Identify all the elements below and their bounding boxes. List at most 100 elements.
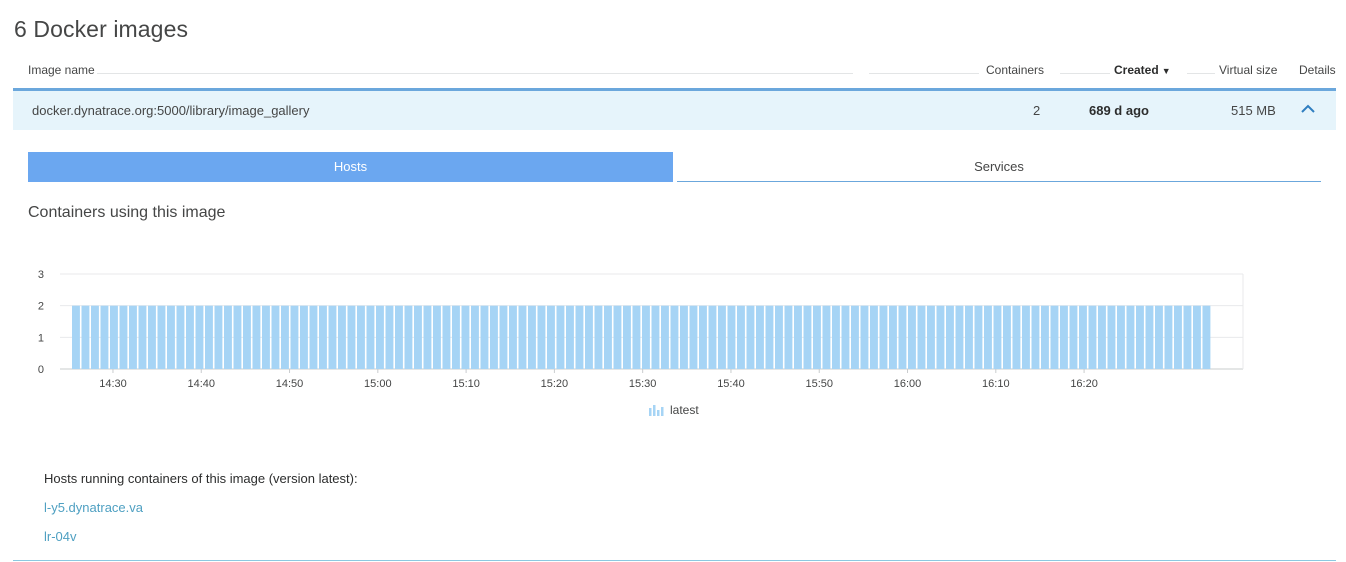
chart-bar[interactable] (661, 305, 669, 369)
chart-bar[interactable] (832, 305, 840, 369)
chart-bar[interactable] (214, 305, 223, 369)
chart-bar[interactable] (566, 305, 574, 369)
chart-bar[interactable] (528, 305, 536, 369)
chart-bar[interactable] (927, 305, 935, 369)
chart-bar[interactable] (414, 305, 422, 369)
chart-bar[interactable] (870, 305, 878, 369)
chart-bar[interactable] (167, 305, 175, 369)
chart-bar[interactable] (1060, 305, 1068, 369)
chart-bar[interactable] (471, 305, 479, 369)
chart-bar[interactable] (1174, 305, 1182, 369)
chart-bar[interactable] (490, 305, 498, 369)
chart-bar[interactable] (794, 305, 802, 369)
chart-bar[interactable] (803, 305, 812, 369)
host-link[interactable]: l-y5.dynatrace.va (44, 500, 143, 515)
chart-bar[interactable] (100, 305, 109, 369)
chart-bar[interactable] (765, 305, 774, 369)
chart-bar[interactable] (1126, 305, 1135, 369)
chart-bar[interactable] (518, 305, 527, 369)
chart-bar[interactable] (898, 305, 907, 369)
chart-bar[interactable] (110, 305, 118, 369)
chart-bar[interactable] (575, 305, 584, 369)
chart-bar[interactable] (252, 305, 261, 369)
chart-bar[interactable] (680, 305, 688, 369)
chart-bar[interactable] (442, 305, 451, 369)
chart-bar[interactable] (585, 305, 593, 369)
chart-bar[interactable] (623, 305, 631, 369)
chart-bar[interactable] (642, 305, 650, 369)
chart-bar[interactable] (908, 305, 916, 369)
chart-bar[interactable] (148, 305, 156, 369)
chart-bar[interactable] (205, 305, 213, 369)
chart-bar[interactable] (879, 305, 888, 369)
chart-bar[interactable] (1117, 305, 1125, 369)
chart-bar[interactable] (157, 305, 166, 369)
chart-bar[interactable] (699, 305, 707, 369)
chart-bar[interactable] (1155, 305, 1163, 369)
chart-bar[interactable] (1193, 305, 1201, 369)
table-row[interactable]: docker.dynatrace.org:5000/library/image_… (13, 88, 1336, 130)
chart-bar[interactable] (784, 305, 793, 369)
chart-bar[interactable] (1031, 305, 1040, 369)
chart-bar[interactable] (138, 305, 147, 369)
chart-bar[interactable] (718, 305, 726, 369)
chart-bar[interactable] (423, 305, 432, 369)
chart-bar[interactable] (195, 305, 204, 369)
column-header-containers[interactable]: Containers (986, 63, 1044, 77)
chart-bar[interactable] (936, 305, 945, 369)
chart-bar[interactable] (1012, 305, 1021, 369)
chart-bar[interactable] (1022, 305, 1030, 369)
chart-bar[interactable] (480, 305, 489, 369)
chart-bar[interactable] (1041, 305, 1049, 369)
chart-bar[interactable] (708, 305, 717, 369)
chart-bar[interactable] (357, 305, 365, 369)
chart-bar[interactable] (917, 305, 926, 369)
chart-bar[interactable] (965, 305, 973, 369)
chart-bar[interactable] (461, 305, 470, 369)
chart-bar[interactable] (338, 305, 346, 369)
chart-bar[interactable] (727, 305, 736, 369)
chart-bar[interactable] (1079, 305, 1087, 369)
chart-bar[interactable] (347, 305, 356, 369)
chart-bar[interactable] (81, 305, 90, 369)
chart-bar[interactable] (309, 305, 318, 369)
chart-bar[interactable] (1069, 305, 1078, 369)
chart-bar[interactable] (176, 305, 185, 369)
tab-hosts[interactable]: Hosts (28, 152, 673, 182)
chart-bar[interactable] (604, 305, 612, 369)
chart-bar[interactable] (499, 305, 508, 369)
chart-bar[interactable] (1164, 305, 1173, 369)
chart-bar[interactable] (233, 305, 242, 369)
chart-bar[interactable] (993, 305, 1002, 369)
chart-bar[interactable] (851, 305, 859, 369)
chart-bar[interactable] (594, 305, 603, 369)
chart-bar[interactable] (946, 305, 954, 369)
chart-bar[interactable] (974, 305, 983, 369)
chart-bar[interactable] (689, 305, 698, 369)
chart-bar[interactable] (319, 305, 327, 369)
chart-bar[interactable] (841, 305, 850, 369)
chart-bar[interactable] (1202, 305, 1211, 369)
chart-bar[interactable] (1136, 305, 1144, 369)
chart-bar[interactable] (889, 305, 897, 369)
chart-bar[interactable] (376, 305, 384, 369)
chart-bar[interactable] (556, 305, 565, 369)
chart-bar[interactable] (1098, 305, 1106, 369)
chart-bar[interactable] (613, 305, 622, 369)
chart-bar[interactable] (984, 305, 992, 369)
chevron-up-icon[interactable] (1300, 101, 1316, 117)
chart-bar[interactable] (756, 305, 764, 369)
chart-bar[interactable] (281, 305, 289, 369)
chart-bar[interactable] (1183, 305, 1192, 369)
chart-bar[interactable] (746, 305, 755, 369)
column-header-virtual-size[interactable]: Virtual size (1219, 63, 1277, 77)
chart-bar[interactable] (395, 305, 403, 369)
chart-bar[interactable] (1145, 305, 1154, 369)
chart-bar[interactable] (822, 305, 831, 369)
chart-bar[interactable] (775, 305, 783, 369)
chart-bar[interactable] (1003, 305, 1011, 369)
chart-bar[interactable] (271, 305, 280, 369)
tab-services[interactable]: Services (677, 152, 1321, 182)
chart-bar[interactable] (91, 305, 99, 369)
chart-bar[interactable] (300, 305, 308, 369)
